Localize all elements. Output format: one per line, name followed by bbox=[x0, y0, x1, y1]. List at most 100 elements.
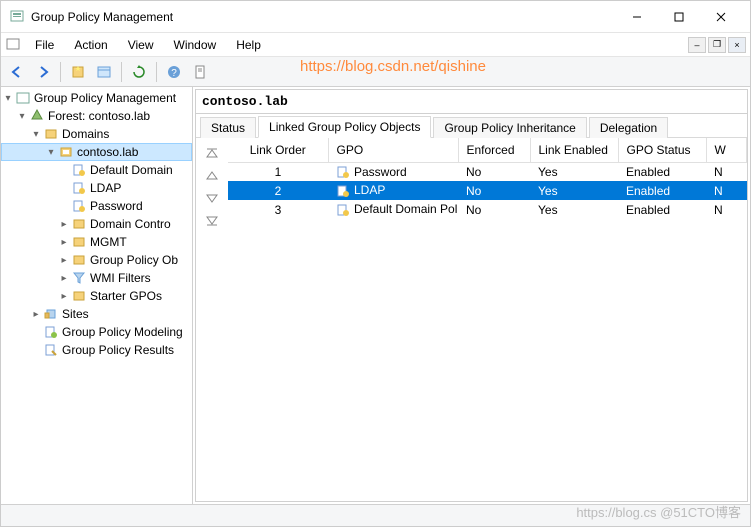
toolbar-view-button[interactable] bbox=[92, 60, 116, 84]
tree-starter-gpos[interactable]: ▸Starter GPOs bbox=[1, 287, 192, 305]
app-icon bbox=[9, 9, 25, 25]
gpo-link-icon bbox=[71, 162, 87, 178]
toolbar: ? bbox=[1, 57, 750, 87]
tree-domain-contoso[interactable]: ▾ contoso.lab bbox=[1, 143, 192, 161]
collapse-icon[interactable]: ▾ bbox=[1, 93, 15, 104]
expand-icon[interactable]: ▸ bbox=[57, 273, 71, 284]
tab-status[interactable]: Status bbox=[200, 117, 256, 138]
col-link-enabled[interactable]: Link Enabled bbox=[530, 138, 618, 162]
sites-icon bbox=[43, 306, 59, 322]
expand-icon[interactable]: ▸ bbox=[57, 255, 71, 266]
forward-button[interactable] bbox=[31, 60, 55, 84]
statusbar bbox=[1, 504, 750, 526]
maximize-button[interactable] bbox=[658, 3, 700, 31]
link-order-buttons bbox=[196, 138, 228, 501]
tree-gpo-default-domain[interactable]: Default Domain bbox=[1, 161, 192, 179]
minimize-button[interactable] bbox=[616, 3, 658, 31]
collapse-icon[interactable]: ▾ bbox=[44, 147, 58, 158]
cell-enforced: No bbox=[458, 200, 530, 219]
cell-enforced: No bbox=[458, 181, 530, 200]
cell-gpo-status: Enabled bbox=[618, 181, 706, 200]
gpo-link-icon bbox=[336, 184, 350, 198]
move-up-button[interactable] bbox=[202, 168, 222, 184]
move-down-button[interactable] bbox=[202, 190, 222, 206]
tab-inheritance[interactable]: Group Policy Inheritance bbox=[433, 117, 586, 138]
domains-icon bbox=[43, 126, 59, 142]
gpm-icon bbox=[15, 90, 31, 106]
ou-icon bbox=[71, 234, 87, 250]
cell-gpo-status: Enabled bbox=[618, 162, 706, 181]
tree-ou-mgmt[interactable]: ▸MGMT bbox=[1, 233, 192, 251]
cell-link-order: 3 bbox=[228, 200, 328, 219]
cell-link-order: 1 bbox=[228, 162, 328, 181]
back-button[interactable] bbox=[5, 60, 29, 84]
titlebar: Group Policy Management bbox=[1, 1, 750, 33]
menu-help[interactable]: Help bbox=[226, 36, 271, 54]
expand-icon[interactable]: ▸ bbox=[57, 219, 71, 230]
window-title: Group Policy Management bbox=[31, 10, 616, 24]
close-button[interactable] bbox=[700, 3, 742, 31]
tree-gpo-container[interactable]: ▸Group Policy Ob bbox=[1, 251, 192, 269]
col-gpo-status[interactable]: GPO Status bbox=[618, 138, 706, 162]
toolbar-new-button[interactable] bbox=[66, 60, 90, 84]
tree-gpo-password[interactable]: Password bbox=[1, 197, 192, 215]
move-top-button[interactable] bbox=[202, 146, 222, 162]
tree-domains[interactable]: ▾ Domains bbox=[1, 125, 192, 143]
tree-ou-domain-controllers[interactable]: ▸Domain Contro bbox=[1, 215, 192, 233]
collapse-icon[interactable]: ▾ bbox=[29, 129, 43, 140]
cell-wmi: N bbox=[706, 162, 747, 181]
mdi-close-button[interactable]: × bbox=[728, 37, 746, 53]
tab-linked-gpos[interactable]: Linked Group Policy Objects bbox=[258, 116, 431, 138]
table-row[interactable]: 1PasswordNoYesEnabledN bbox=[228, 162, 747, 181]
cell-gpo-status: Enabled bbox=[618, 200, 706, 219]
expand-icon[interactable]: ▸ bbox=[57, 237, 71, 248]
col-gpo[interactable]: GPO bbox=[328, 138, 458, 162]
cell-enforced: No bbox=[458, 162, 530, 181]
table-hscrollbar[interactable] bbox=[228, 484, 747, 501]
filter-icon bbox=[71, 270, 87, 286]
tree-gpo-ldap[interactable]: LDAP bbox=[1, 179, 192, 197]
move-bottom-button[interactable] bbox=[202, 212, 222, 228]
ou-icon bbox=[71, 216, 87, 232]
gpo-link-icon bbox=[71, 198, 87, 214]
table-row[interactable]: 3Default Domain PolicyNoYesEnabledN bbox=[228, 200, 747, 219]
gpo-link-icon bbox=[71, 180, 87, 196]
tree-gp-modeling[interactable]: Group Policy Modeling bbox=[1, 323, 192, 341]
folder-icon bbox=[71, 288, 87, 304]
tree-wmi-filters[interactable]: ▸WMI Filters bbox=[1, 269, 192, 287]
menu-file[interactable]: File bbox=[25, 36, 64, 54]
forest-icon bbox=[29, 108, 45, 124]
tree-pane[interactable]: ▾ Group Policy Management ▾ Forest: cont… bbox=[1, 87, 193, 504]
menu-window[interactable]: Window bbox=[164, 36, 227, 54]
mdi-minimize-button[interactable]: – bbox=[688, 37, 706, 53]
cell-gpo: Default Domain Policy bbox=[328, 200, 458, 219]
menu-action[interactable]: Action bbox=[64, 36, 117, 54]
menubar: File Action View Window Help – ❐ × bbox=[1, 33, 750, 57]
expand-icon[interactable]: ▸ bbox=[57, 291, 71, 302]
cell-link-order: 2 bbox=[228, 181, 328, 200]
table-row[interactable]: 2LDAPNoYesEnabledN bbox=[228, 181, 747, 200]
toolbar-doc-button[interactable] bbox=[188, 60, 212, 84]
tab-delegation[interactable]: Delegation bbox=[589, 117, 668, 138]
mdi-restore-button[interactable]: ❐ bbox=[708, 37, 726, 53]
linked-gpo-table[interactable]: Link Order GPO Enforced Link Enabled GPO… bbox=[228, 138, 747, 501]
tree-root[interactable]: ▾ Group Policy Management bbox=[1, 89, 192, 107]
cell-gpo: LDAP bbox=[328, 181, 458, 200]
menu-view[interactable]: View bbox=[118, 36, 164, 54]
col-link-order[interactable]: Link Order bbox=[228, 138, 328, 162]
collapse-icon[interactable]: ▾ bbox=[15, 111, 29, 122]
help-button[interactable]: ? bbox=[162, 60, 186, 84]
tree-forest[interactable]: ▾ Forest: contoso.lab bbox=[1, 107, 192, 125]
svg-text:?: ? bbox=[171, 68, 177, 79]
tree-gp-results[interactable]: Group Policy Results bbox=[1, 341, 192, 359]
cell-gpo: Password bbox=[328, 162, 458, 181]
tree-sites[interactable]: ▸Sites bbox=[1, 305, 192, 323]
col-enforced[interactable]: Enforced bbox=[458, 138, 530, 162]
content-pane: contoso.lab Status Linked Group Policy O… bbox=[195, 89, 748, 502]
cell-link-enabled: Yes bbox=[530, 181, 618, 200]
col-wmi[interactable]: W bbox=[706, 138, 747, 162]
refresh-button[interactable] bbox=[127, 60, 151, 84]
mdi-icon bbox=[5, 37, 21, 53]
expand-icon[interactable]: ▸ bbox=[29, 309, 43, 320]
modeling-icon bbox=[43, 324, 59, 340]
